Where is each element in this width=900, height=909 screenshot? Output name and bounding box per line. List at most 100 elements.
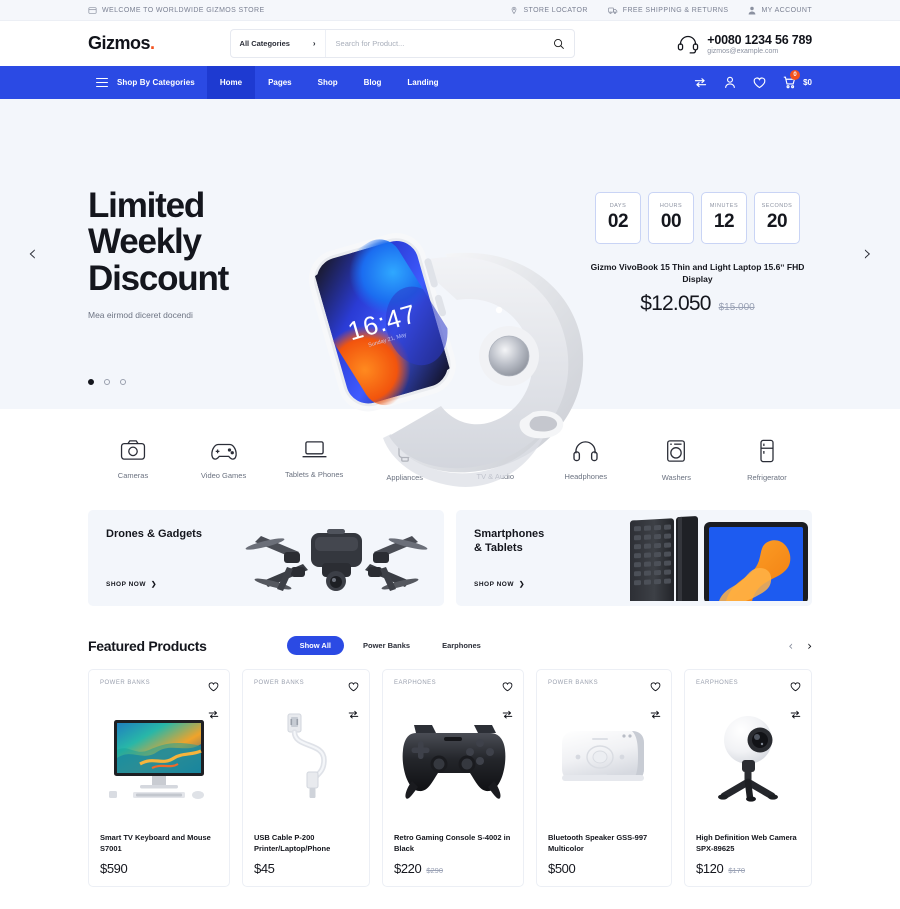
promo-cta-label: SHOP NOW [474, 580, 514, 588]
compare-icon[interactable] [502, 706, 513, 724]
nav-item-blog[interactable]: Blog [351, 66, 395, 99]
heart-icon[interactable] [208, 679, 219, 697]
arrow-right-icon: ❯ [151, 581, 157, 588]
nav-item-pages[interactable]: Pages [255, 66, 305, 99]
hero-title-line: Limited [88, 186, 205, 226]
category-label: Refrigerator [747, 473, 787, 482]
top-links: STORE LOCATOR FREE SHIPPING & RETURNS MY… [510, 6, 812, 15]
category-cameras[interactable]: Cameras [88, 439, 178, 482]
product-grid: POWER BANKS Smart TV Keyboard and Mouse … [88, 669, 812, 887]
hero-dot-2[interactable] [104, 379, 110, 385]
product-card[interactable]: EARPHONES [684, 669, 812, 887]
cart-button[interactable]: 0 $0 [783, 70, 812, 89]
hero-subtitle: Mea eirmod diceret docendi [88, 309, 193, 320]
top-link-my-account[interactable]: MY ACCOUNT [748, 6, 812, 15]
compare-icon[interactable] [694, 77, 707, 88]
product-actions [348, 679, 359, 724]
product-category: POWER BANKS [100, 680, 151, 686]
cart-count-badge: 0 [790, 70, 801, 80]
heart-icon[interactable] [502, 679, 513, 697]
category-select-value: All Categories [239, 39, 290, 48]
compare-icon[interactable] [650, 706, 661, 724]
hero-prev-button[interactable]: ‹ [28, 242, 37, 267]
arrow-right-icon: ❯ [519, 581, 525, 588]
compare-icon[interactable] [208, 706, 219, 724]
support-phone[interactable]: +0080 1234 56 789 [707, 33, 812, 47]
top-announcement-bar: WELCOME TO WORLDWIDE GIZMOS STORE STORE … [0, 0, 900, 21]
category-washers[interactable]: Washers [631, 439, 721, 482]
featured-prev-button[interactable]: ‹ [788, 639, 793, 653]
promo-shop-now-drones[interactable]: SHOP NOW ❯ [106, 580, 157, 589]
product-actions [790, 679, 801, 724]
product-card[interactable]: POWER BANKS [242, 669, 370, 887]
welcome-message: WELCOME TO WORLDWIDE GIZMOS STORE [88, 6, 265, 15]
welcome-text: WELCOME TO WORLDWIDE GIZMOS STORE [102, 6, 265, 14]
gamepad-icon [210, 439, 238, 461]
hero-next-button[interactable]: › [863, 242, 872, 267]
product-price: $590 [100, 861, 128, 876]
support-contact: +0080 1234 56 789 gizmos@example.com [677, 33, 812, 55]
hero-title: Limited Weekly Discount [88, 188, 303, 296]
product-actions [502, 679, 513, 724]
tab-earphones[interactable]: Earphones [429, 636, 494, 655]
product-card[interactable]: POWER BANKS [88, 669, 230, 887]
promo-title-line: Smartphones [474, 528, 545, 540]
countdown-label: SECONDS [761, 202, 793, 209]
promo-banner-smartphones[interactable]: Smartphones & Tablets SHOP NOW ❯ [456, 510, 812, 606]
search-button[interactable] [544, 30, 574, 57]
tab-show-all[interactable]: Show All [286, 636, 344, 655]
support-email[interactable]: gizmos@example.com [707, 48, 812, 55]
category-video-games[interactable]: Video Games [179, 439, 269, 482]
nav-utility-icons: 0 $0 [694, 70, 812, 89]
wishlist-heart-icon[interactable] [753, 77, 766, 89]
promo-title-line: & Tablets [474, 541, 523, 554]
product-price-row: $120 $170 [696, 861, 800, 876]
compare-icon[interactable] [348, 706, 359, 724]
user-icon [748, 6, 756, 15]
tab-power-banks[interactable]: Power Banks [350, 636, 423, 655]
category-select[interactable]: All Categories › [231, 30, 326, 57]
search-input[interactable] [325, 30, 544, 57]
site-logo[interactable]: Gizmos. [88, 33, 155, 54]
heart-icon[interactable] [790, 679, 801, 697]
product-category: POWER BANKS [254, 680, 305, 686]
account-icon[interactable] [724, 76, 736, 89]
countdown-label: MINUTES [709, 202, 739, 209]
bluetooth-speaker-image [548, 690, 660, 826]
top-link-store-locator[interactable]: STORE LOCATOR [510, 6, 587, 15]
promo-banner-drones[interactable]: Drones & Gadgets SHOP NOW ❯ [88, 510, 444, 606]
product-price: $45 [254, 861, 275, 876]
featured-next-button[interactable]: › [807, 639, 812, 653]
featured-filter-tabs: Show All Power Banks Earphones [286, 636, 494, 655]
product-card[interactable]: POWER BANKS [536, 669, 672, 887]
search-bar: All Categories › [229, 29, 575, 58]
category-refrigerator[interactable]: Refrigerator [722, 439, 812, 482]
product-category: EARPHONES [696, 680, 739, 686]
product-price-row: $500 [548, 861, 660, 876]
promo-cta-label: SHOP NOW [106, 580, 146, 588]
nav-item-landing[interactable]: Landing [394, 66, 451, 99]
tablet-keyboard-image [622, 510, 812, 606]
countdown-hours: HOURS 00 [648, 191, 694, 244]
shop-by-categories-button[interactable]: Shop By Categories [84, 66, 207, 99]
heart-icon[interactable] [650, 679, 661, 697]
compare-icon[interactable] [790, 706, 801, 724]
hero-dot-1[interactable] [88, 379, 94, 385]
nav-item-shop[interactable]: Shop [305, 66, 351, 99]
heart-icon[interactable] [348, 679, 359, 697]
countdown-value: 02 [607, 210, 629, 232]
logo-text: Gizmos [88, 33, 151, 53]
hamburger-menu-icon [96, 77, 108, 88]
countdown-minutes: MINUTES 12 [701, 191, 747, 244]
product-name: USB Cable P-200 Printer/Laptop/Phone [254, 832, 331, 853]
product-old-price: $170 [728, 866, 746, 875]
promo-shop-now-smartphones[interactable]: SHOP NOW ❯ [474, 580, 525, 589]
hero-copy: Limited Weekly Discount Mea eirmod dicer… [88, 188, 303, 320]
camera-icon [120, 439, 146, 461]
product-card[interactable]: EARPHONES [382, 669, 524, 887]
card-icon [88, 6, 97, 15]
nav-item-home[interactable]: Home [206, 66, 256, 99]
top-link-free-shipping[interactable]: FREE SHIPPING & RETURNS [607, 6, 729, 15]
product-category: POWER BANKS [548, 680, 599, 686]
hero-dot-3[interactable] [120, 379, 126, 385]
